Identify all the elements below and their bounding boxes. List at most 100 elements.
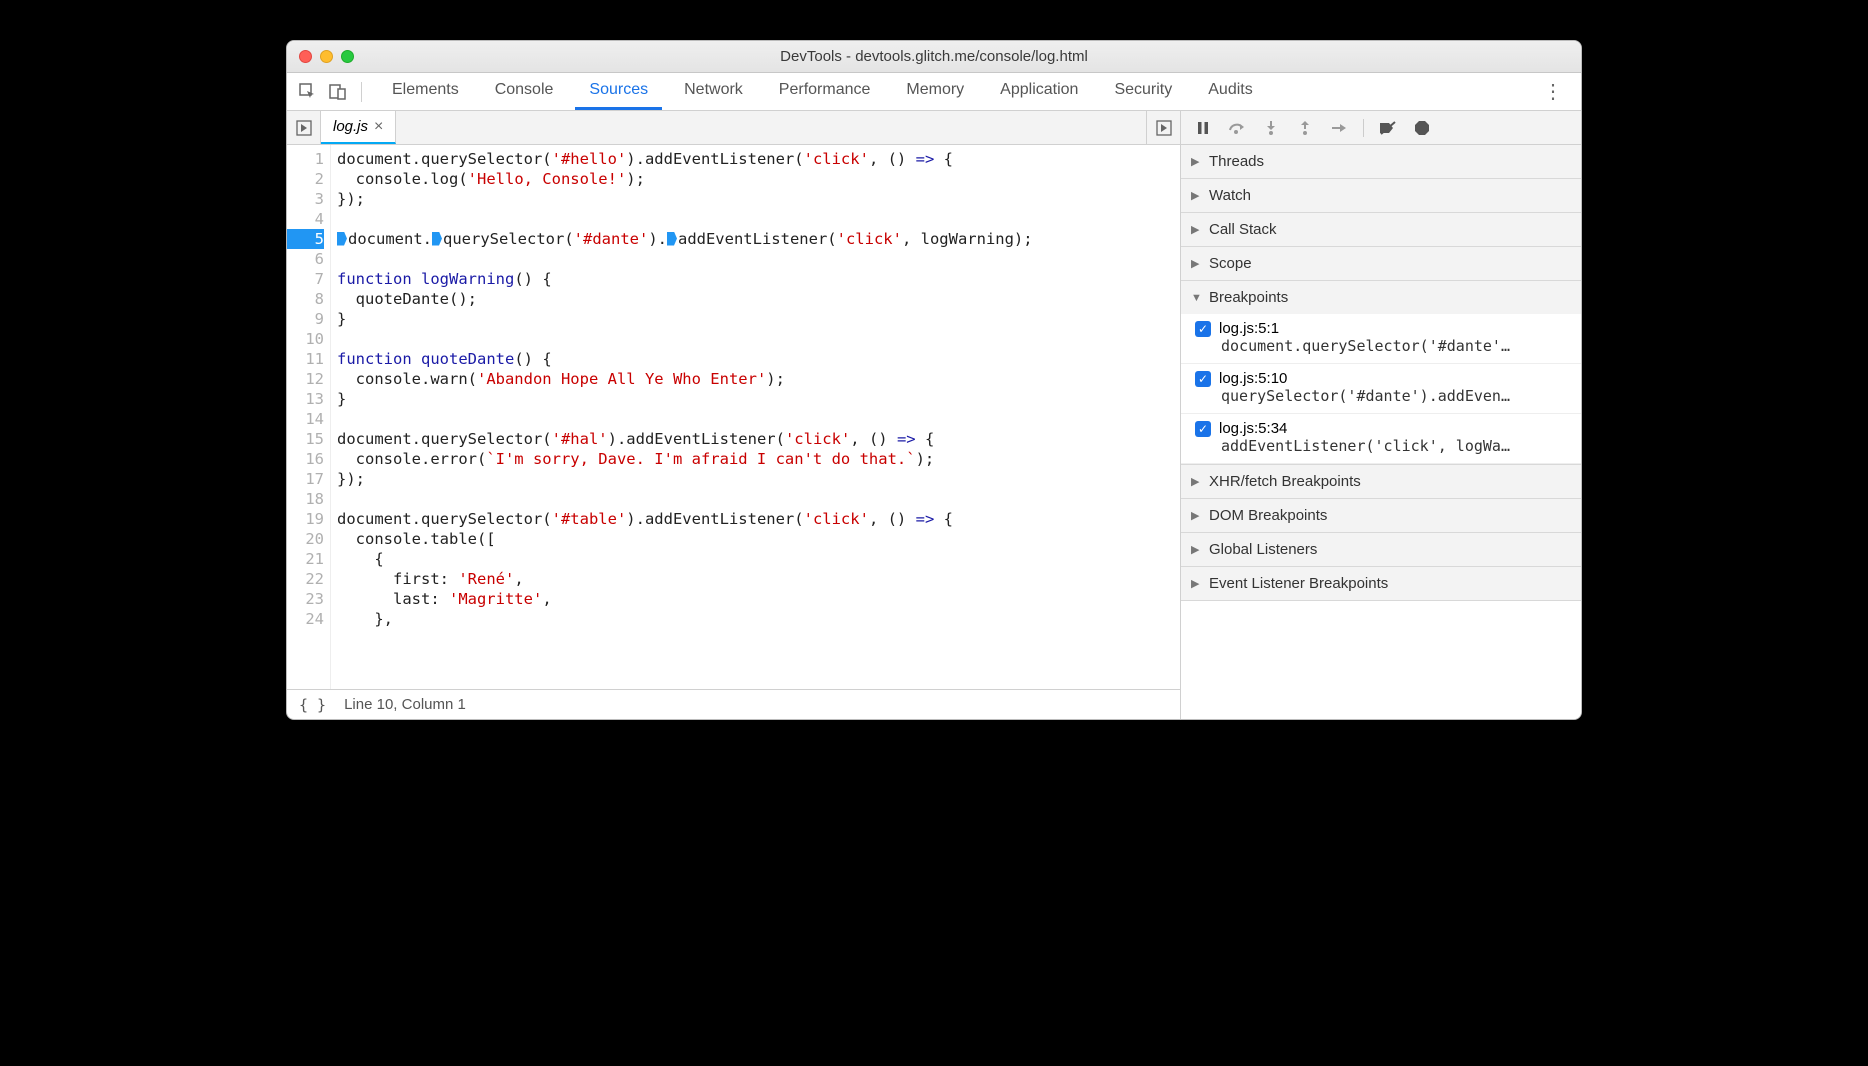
panel-header[interactable]: ▶Global Listeners <box>1181 533 1581 566</box>
line-number[interactable]: 16 <box>287 449 324 469</box>
pause-on-exceptions-icon[interactable] <box>1412 118 1432 138</box>
zoom-window-button[interactable] <box>341 50 354 63</box>
panel-label: Global Listeners <box>1209 541 1317 558</box>
line-number[interactable]: 23 <box>287 589 324 609</box>
breakpoint-checkbox[interactable] <box>1195 371 1211 387</box>
close-tab-icon[interactable]: × <box>374 118 383 136</box>
code-line[interactable]: document.querySelector('#hello').addEven… <box>337 149 1180 169</box>
line-number[interactable]: 20 <box>287 529 324 549</box>
breakpoint-item[interactable]: log.js:5:34addEventListener('click', log… <box>1181 414 1581 464</box>
code-line[interactable]: last: 'Magritte', <box>337 589 1180 609</box>
code-content[interactable]: document.querySelector('#hello').addEven… <box>331 145 1180 689</box>
code-line[interactable]: document.querySelector('#hal').addEventL… <box>337 429 1180 449</box>
tab-memory[interactable]: Memory <box>892 73 978 110</box>
line-number[interactable]: 13 <box>287 389 324 409</box>
line-number[interactable]: 9 <box>287 309 324 329</box>
code-line[interactable]: }); <box>337 189 1180 209</box>
step-into-icon[interactable] <box>1261 118 1281 138</box>
code-line[interactable]: console.log('Hello, Console!'); <box>337 169 1180 189</box>
step-out-icon[interactable] <box>1295 118 1315 138</box>
inline-breakpoint-icon[interactable] <box>667 232 677 246</box>
line-number[interactable]: 3 <box>287 189 324 209</box>
line-number[interactable]: 14 <box>287 409 324 429</box>
code-line[interactable]: console.table([ <box>337 529 1180 549</box>
tab-performance[interactable]: Performance <box>765 73 885 110</box>
tab-security[interactable]: Security <box>1100 73 1186 110</box>
code-line[interactable] <box>337 249 1180 269</box>
code-line[interactable]: } <box>337 309 1180 329</box>
pause-icon[interactable] <box>1193 118 1213 138</box>
line-number[interactable]: 5 <box>287 229 324 249</box>
code-line[interactable]: quoteDante(); <box>337 289 1180 309</box>
more-options-icon[interactable]: ⋮ <box>1533 79 1573 104</box>
panel-header[interactable]: ▶Scope <box>1181 247 1581 280</box>
line-number[interactable]: 17 <box>287 469 324 489</box>
code-line[interactable]: function logWarning() { <box>337 269 1180 289</box>
line-number[interactable]: 11 <box>287 349 324 369</box>
line-number[interactable]: 8 <box>287 289 324 309</box>
code-line[interactable]: }, <box>337 609 1180 629</box>
line-number[interactable]: 12 <box>287 369 324 389</box>
code-line[interactable] <box>337 329 1180 349</box>
line-number[interactable]: 4 <box>287 209 324 229</box>
line-number[interactable]: 2 <box>287 169 324 189</box>
code-line[interactable] <box>337 209 1180 229</box>
line-number[interactable]: 18 <box>287 489 324 509</box>
panel-header[interactable]: ▶Threads <box>1181 145 1581 178</box>
breakpoint-item[interactable]: log.js:5:10querySelector('#dante').addEv… <box>1181 364 1581 414</box>
panel-header[interactable]: ▶DOM Breakpoints <box>1181 499 1581 532</box>
panel-header[interactable]: ▶Watch <box>1181 179 1581 212</box>
panel-header[interactable]: ▶Call Stack <box>1181 213 1581 246</box>
tab-audits[interactable]: Audits <box>1194 73 1266 110</box>
code-line[interactable]: { <box>337 549 1180 569</box>
step-icon[interactable] <box>1329 118 1349 138</box>
line-gutter[interactable]: 123456789101112131415161718192021222324 <box>287 145 331 689</box>
panel-header[interactable]: ▶XHR/fetch Breakpoints <box>1181 465 1581 498</box>
pretty-print-icon[interactable]: { } <box>299 696 326 714</box>
minimize-window-button[interactable] <box>320 50 333 63</box>
code-line[interactable]: document.querySelector('#dante').addEven… <box>337 229 1180 249</box>
inspect-element-icon[interactable] <box>295 79 321 105</box>
tab-console[interactable]: Console <box>481 73 568 110</box>
line-number[interactable]: 21 <box>287 549 324 569</box>
line-number[interactable]: 22 <box>287 569 324 589</box>
step-over-icon[interactable] <box>1227 118 1247 138</box>
panel-header[interactable]: ▶Event Listener Breakpoints <box>1181 567 1581 600</box>
code-line[interactable]: console.error(`I'm sorry, Dave. I'm afra… <box>337 449 1180 469</box>
line-number[interactable]: 7 <box>287 269 324 289</box>
line-number[interactable]: 1 <box>287 149 324 169</box>
tab-elements[interactable]: Elements <box>378 73 473 110</box>
inline-breakpoint-icon[interactable] <box>337 232 347 246</box>
line-number[interactable]: 24 <box>287 609 324 629</box>
code-line[interactable]: document.querySelector('#table').addEven… <box>337 509 1180 529</box>
code-editor[interactable]: 123456789101112131415161718192021222324 … <box>287 145 1180 689</box>
line-number[interactable]: 6 <box>287 249 324 269</box>
inline-breakpoint-icon[interactable] <box>432 232 442 246</box>
line-number[interactable]: 10 <box>287 329 324 349</box>
line-number[interactable]: 19 <box>287 509 324 529</box>
code-line[interactable]: } <box>337 389 1180 409</box>
code-line[interactable]: first: 'René', <box>337 569 1180 589</box>
file-tab-label: log.js <box>333 118 368 135</box>
window-title: DevTools - devtools.glitch.me/console/lo… <box>287 48 1581 65</box>
line-number[interactable]: 15 <box>287 429 324 449</box>
cursor-position: Line 10, Column 1 <box>344 696 466 713</box>
show-navigator-icon[interactable] <box>287 111 321 144</box>
code-line[interactable]: }); <box>337 469 1180 489</box>
panel-header[interactable]: ▼Breakpoints <box>1181 281 1581 314</box>
deactivate-breakpoints-icon[interactable] <box>1378 118 1398 138</box>
tab-sources[interactable]: Sources <box>575 73 662 110</box>
close-window-button[interactable] <box>299 50 312 63</box>
code-line[interactable]: console.warn('Abandon Hope All Ye Who En… <box>337 369 1180 389</box>
code-line[interactable] <box>337 489 1180 509</box>
breakpoint-item[interactable]: log.js:5:1document.querySelector('#dante… <box>1181 314 1581 364</box>
code-line[interactable]: function quoteDante() { <box>337 349 1180 369</box>
device-toolbar-icon[interactable] <box>325 79 351 105</box>
tab-application[interactable]: Application <box>986 73 1092 110</box>
file-tab-logjs[interactable]: log.js × <box>321 111 396 144</box>
show-debugger-icon[interactable] <box>1146 111 1180 144</box>
breakpoint-checkbox[interactable] <box>1195 421 1211 437</box>
breakpoint-checkbox[interactable] <box>1195 321 1211 337</box>
code-line[interactable] <box>337 409 1180 429</box>
tab-network[interactable]: Network <box>670 73 757 110</box>
